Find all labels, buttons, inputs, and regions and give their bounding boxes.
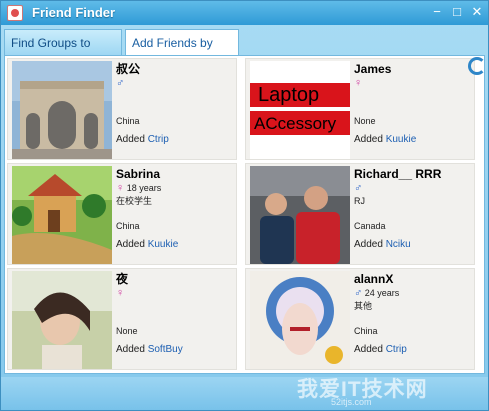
female-gender-icon: ♀ — [116, 287, 125, 299]
app-icon — [7, 5, 23, 21]
avatar[interactable] — [250, 166, 350, 264]
title-bar: Friend Finder − □ ✕ — [1, 1, 488, 25]
app-link[interactable]: Kuukie — [148, 239, 179, 250]
male-gender-icon: ♂ — [116, 77, 125, 89]
app-link[interactable]: Kuukie — [386, 134, 417, 145]
tab-bar: Find Groups to Join Add Friends by App — [1, 29, 488, 76]
avatar[interactable] — [12, 166, 112, 264]
friend-name[interactable]: alannX — [354, 271, 472, 287]
friend-location: None — [116, 326, 138, 336]
app-link[interactable]: Ctrip — [386, 344, 407, 355]
friend-name[interactable]: Sabrina — [116, 166, 234, 182]
added-via: Added Kuukie — [354, 134, 417, 145]
friend-status: 在校学生 — [116, 196, 153, 206]
friend-location: China — [116, 221, 140, 231]
laptop-text: Laptop — [258, 84, 319, 106]
friend-location: None — [354, 116, 376, 126]
friend-card: Laptop ACcessory James ♀ None Added Kuuk… — [245, 58, 475, 160]
app-link[interactable]: Nciku — [386, 239, 411, 250]
friend-location: China — [354, 326, 378, 336]
watermark-url: 52itjs.com — [331, 397, 372, 407]
tab-add-friends-by-app[interactable]: Add Friends by App — [125, 29, 239, 76]
friend-name[interactable]: 夜 — [116, 271, 234, 287]
friend-age: 24 years — [364, 288, 400, 298]
app-link[interactable]: SoftBuy — [148, 344, 183, 355]
female-gender-icon: ♀ — [116, 182, 125, 194]
friend-card: Sabrina ♀ 18 years 在校学生 China Added Kuuk… — [7, 163, 237, 265]
friends-panel: 叔公 ♂ China Added Ctrip Laptop ACcessory … — [4, 55, 486, 374]
maximize-icon[interactable]: □ — [447, 3, 467, 21]
friend-name[interactable]: Richard__ RRR — [354, 166, 472, 182]
friend-age: 18 years — [126, 183, 162, 193]
minimize-icon[interactable]: − — [427, 3, 447, 21]
male-gender-icon: ♂ — [354, 287, 363, 299]
female-gender-icon: ♀ — [354, 77, 363, 89]
added-via: Added SoftBuy — [116, 344, 183, 355]
friend-location: Canada — [354, 221, 386, 231]
added-via: Added Ctrip — [354, 344, 407, 355]
avatar[interactable]: Laptop ACcessory — [250, 61, 350, 159]
friend-name[interactable]: James — [354, 61, 472, 77]
friend-status: RJ — [354, 196, 365, 206]
accessory-text: ACcessory — [254, 114, 337, 133]
friend-finder-window: Friend Finder − □ ✕ Find Groups to Join … — [0, 0, 489, 411]
added-via: Added Kuukie — [116, 239, 179, 250]
added-via: Added Nciku — [354, 239, 411, 250]
close-icon[interactable]: ✕ — [467, 3, 487, 21]
friend-location: China — [116, 116, 140, 126]
friend-status: 其他 — [354, 301, 373, 311]
friend-card: 夜 ♀ None Added SoftBuy — [7, 268, 237, 370]
window-title: Friend Finder — [32, 5, 116, 20]
added-via: Added Ctrip — [116, 134, 169, 145]
app-link[interactable]: Ctrip — [148, 134, 169, 145]
friend-card: alannX ♂ 24 years 其他 China Added Ctrip — [245, 268, 475, 370]
refresh-icon[interactable] — [468, 57, 486, 75]
tab-find-groups[interactable]: Find Groups to Join — [4, 29, 122, 76]
friend-name[interactable]: 叔公 — [116, 61, 234, 77]
avatar[interactable] — [12, 61, 112, 159]
male-gender-icon: ♂ — [354, 182, 363, 194]
avatar[interactable] — [250, 271, 350, 369]
friend-card: 叔公 ♂ China Added Ctrip — [7, 58, 237, 160]
avatar[interactable] — [12, 271, 112, 369]
friend-card: Richard__ RRR ♂ RJ Canada Added Nciku — [245, 163, 475, 265]
